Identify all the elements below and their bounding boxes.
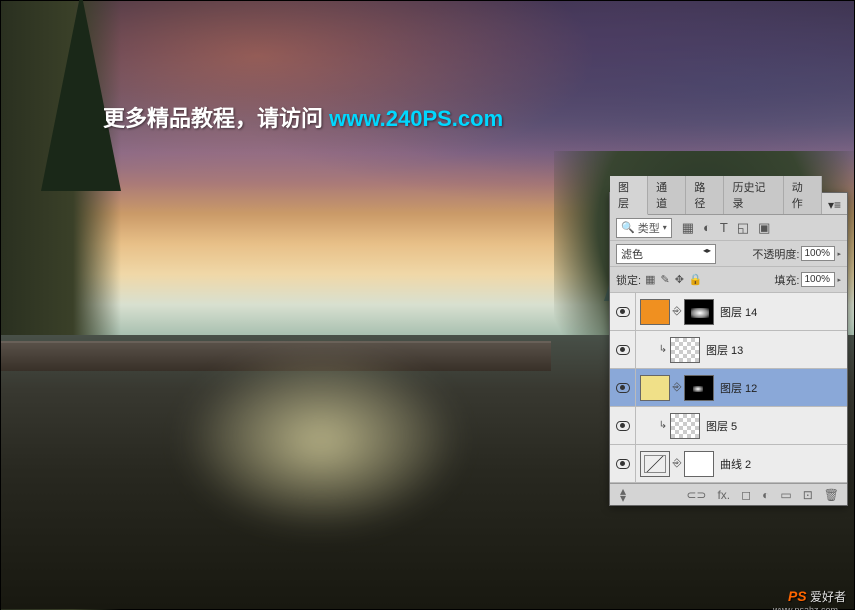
chevron-down-icon: ◂▸ <box>703 246 711 262</box>
visibility-toggle[interactable] <box>610 407 636 444</box>
opacity-caret-icon[interactable]: ▸ <box>837 250 841 258</box>
layer-name[interactable]: 图层 12 <box>720 380 757 396</box>
lock-all-icon[interactable]: 🔒 <box>689 273 703 286</box>
filter-row: 🔍 类型 ▾ ▦ ◐ T ◱ ▣ <box>610 215 847 241</box>
layers-panel: 图层 通道 路径 历史记录 动作 ▾≡ 🔍 类型 ▾ ▦ ◐ T ◱ ▣ <box>609 192 848 506</box>
delete-layer-icon[interactable]: 🗑 <box>824 488 839 502</box>
filter-shape-icon[interactable]: ◱ <box>737 220 749 236</box>
layer-name[interactable]: 图层 14 <box>720 304 757 320</box>
layer-item[interactable]: ↳ 图层 13 <box>610 331 847 369</box>
fill-caret-icon[interactable]: ▸ <box>837 276 841 284</box>
tab-channels[interactable]: 通道 <box>648 176 686 214</box>
eye-icon <box>616 383 630 393</box>
adjustment-thumbnail[interactable] <box>640 451 670 477</box>
mask-thumbnail[interactable] <box>684 299 714 325</box>
fill-control: 填充: 100% ▸ <box>774 272 841 288</box>
link-icon: ⎆ <box>672 457 682 470</box>
visibility-toggle[interactable] <box>610 445 636 482</box>
lock-row: 锁定: ▦ ✎ ✥ 🔒 填充: 100% ▸ <box>610 267 847 293</box>
layer-thumbnail[interactable] <box>640 375 670 401</box>
light-glow <box>181 351 461 531</box>
panel-menu-icon[interactable]: ▾≡ <box>822 196 847 214</box>
lock-label: 锁定: <box>616 272 641 288</box>
opacity-input[interactable]: 100% <box>801 246 835 261</box>
layer-item[interactable]: ↳ 图层 5 <box>610 407 847 445</box>
layer-item[interactable]: ⎆ 曲线 2 <box>610 445 847 483</box>
clip-indicator-icon: ↳ <box>658 344 668 355</box>
lock-transparent-icon[interactable]: ▦ <box>645 273 655 286</box>
layer-thumbnail[interactable] <box>640 299 670 325</box>
filter-smart-icon[interactable]: ▣ <box>758 220 770 236</box>
type-filter-dropdown[interactable]: 🔍 类型 ▾ <box>616 218 672 238</box>
blend-row: 滤色 ◂▸ 不透明度: 100% ▸ <box>610 241 847 267</box>
watermark-logo: PS 爱好者 www.psahz.com <box>788 588 846 605</box>
clip-indicator-icon: ↳ <box>658 420 668 431</box>
watermark-label: 更多精品教程，请访问 <box>103 106 329 131</box>
tab-history[interactable]: 历史记录 <box>724 176 783 214</box>
visibility-toggle[interactable] <box>610 293 636 330</box>
lock-position-icon[interactable]: ✥ <box>675 273 684 286</box>
layer-name[interactable]: 图层 13 <box>706 342 743 358</box>
link-layers-icon[interactable]: ⊂⊃ <box>686 488 706 502</box>
filter-icons: ▦ ◐ T ◱ ▣ <box>682 220 771 236</box>
add-mask-icon[interactable]: ◻ <box>741 488 751 502</box>
eye-icon <box>616 459 630 469</box>
scroll-arrows[interactable]: ▴▾ <box>620 488 626 502</box>
layer-thumbnail[interactable] <box>670 413 700 439</box>
search-icon: 🔍 <box>621 221 635 234</box>
panel-footer: ▴▾ ⊂⊃ fx. ◻ ◐ ▭ ⊡ 🗑 <box>610 483 847 505</box>
filter-adjustment-icon[interactable]: ◐ <box>703 220 711 235</box>
mask-thumbnail[interactable] <box>684 451 714 477</box>
fill-input[interactable]: 100% <box>801 272 835 287</box>
layer-item-selected[interactable]: ⎆ 图层 12 <box>610 369 847 407</box>
panel-tabs: 图层 通道 路径 历史记录 动作 ▾≡ <box>610 193 847 215</box>
blend-mode-value: 滤色 <box>621 246 643 262</box>
filter-pixel-icon[interactable]: ▦ <box>682 220 694 236</box>
opacity-control: 不透明度: 100% ▸ <box>752 246 841 262</box>
eye-icon <box>616 307 630 317</box>
blend-mode-dropdown[interactable]: 滤色 ◂▸ <box>616 244 716 264</box>
layer-name[interactable]: 图层 5 <box>706 418 737 434</box>
image-canvas: 更多精品教程，请访问 www.240PS.com PS 爱好者 www.psah… <box>0 0 855 610</box>
mask-thumbnail[interactable] <box>684 375 714 401</box>
eye-icon <box>616 345 630 355</box>
type-filter-label: 类型 <box>638 220 660 236</box>
eye-icon <box>616 421 630 431</box>
lock-pixels-icon[interactable]: ✎ <box>660 273 669 286</box>
visibility-toggle[interactable] <box>610 331 636 368</box>
layer-thumbnail[interactable] <box>670 337 700 363</box>
watermark-text: 更多精品教程，请访问 www.240PS.com <box>103 101 503 133</box>
link-icon: ⎆ <box>672 305 682 318</box>
watermark-url: www.240PS.com <box>329 106 503 131</box>
tab-actions[interactable]: 动作 <box>784 176 822 214</box>
new-layer-icon[interactable]: ⊡ <box>803 488 813 502</box>
logo-text: 爱好者 <box>810 590 846 604</box>
tab-paths[interactable]: 路径 <box>686 176 724 214</box>
new-group-icon[interactable]: ▭ <box>780 488 791 502</box>
link-icon: ⎆ <box>672 381 682 394</box>
fill-label: 填充: <box>774 272 799 288</box>
chevron-down-icon: ▾ <box>663 223 667 232</box>
logo-site: www.psahz.com <box>773 605 838 610</box>
adjustment-layer-icon[interactable]: ◐ <box>762 488 769 502</box>
logo-prefix: PS <box>788 588 807 604</box>
visibility-toggle[interactable] <box>610 369 636 406</box>
filter-type-icon[interactable]: T <box>720 220 728 235</box>
layer-item[interactable]: ⎆ 图层 14 <box>610 293 847 331</box>
fx-icon[interactable]: fx. <box>717 488 730 502</box>
layer-name[interactable]: 曲线 2 <box>720 456 751 472</box>
layer-list: ⎆ 图层 14 ↳ 图层 13 ⎆ <box>610 293 847 483</box>
tab-layers[interactable]: 图层 <box>610 176 648 215</box>
lock-icons: ▦ ✎ ✥ 🔒 <box>645 273 703 286</box>
opacity-label: 不透明度: <box>752 246 799 262</box>
